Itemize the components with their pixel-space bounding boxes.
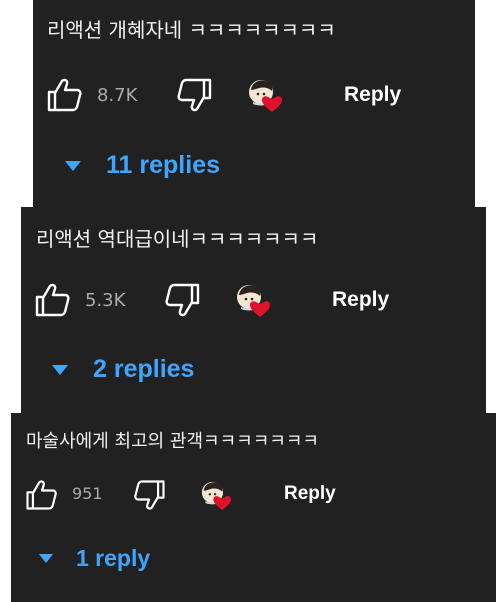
view-replies-button[interactable]: 2 replies <box>51 355 194 384</box>
creator-avatar-heart <box>249 80 282 112</box>
replies-count-label: 11 replies <box>106 151 220 179</box>
thumbs-down-icon[interactable] <box>163 280 203 320</box>
creator-heart-icon <box>250 301 270 317</box>
comment-card: 마술사에게 최고의 관객ㅋㅋㅋㅋㅋㅋㅋ 951 Reply 1 reply <box>11 413 496 602</box>
creator-heart-icon <box>213 496 231 511</box>
caret-down-icon <box>38 554 54 563</box>
thumbs-up-icon[interactable] <box>32 280 72 320</box>
like-count: 5.3K <box>85 290 126 311</box>
creator-avatar-heart <box>237 285 270 317</box>
comment-card: 리액션 개혜자네 ㅋㅋㅋㅋㅋㅋㅋㅋ 8.7K Reply 11 replies <box>33 0 475 207</box>
comment-actions: 951 Reply <box>11 473 496 521</box>
comment-card: 리액션 역대급이네ㅋㅋㅋㅋㅋㅋㅋ 5.3K Reply 2 replies <box>21 207 486 413</box>
reply-button[interactable]: Reply <box>284 483 336 505</box>
comment-actions: 5.3K Reply <box>21 278 486 326</box>
reply-button[interactable]: Reply <box>344 83 401 107</box>
like-count: 951 <box>72 484 103 503</box>
thumbs-up-icon[interactable] <box>44 75 84 115</box>
comment-actions: 8.7K Reply <box>33 73 475 121</box>
comment-text: 리액션 역대급이네ㅋㅋㅋㅋㅋㅋㅋ <box>36 227 319 251</box>
caret-down-icon <box>52 364 68 375</box>
comment-text: 마술사에게 최고의 관객ㅋㅋㅋㅋㅋㅋㅋ <box>26 431 319 452</box>
creator-avatar-heart <box>201 481 231 511</box>
view-replies-button[interactable]: 1 reply <box>38 545 150 572</box>
reply-button[interactable]: Reply <box>332 288 389 312</box>
thumbs-down-icon[interactable] <box>175 75 215 115</box>
comment-text: 리액션 개혜자네 ㅋㅋㅋㅋㅋㅋㅋㅋ <box>47 18 336 42</box>
like-count: 8.7K <box>97 85 138 106</box>
creator-heart-icon <box>262 96 282 112</box>
replies-count-label: 1 reply <box>76 545 151 571</box>
replies-count-label: 2 replies <box>93 355 195 383</box>
thumbs-up-icon[interactable] <box>23 477 59 513</box>
view-replies-button[interactable]: 11 replies <box>64 151 220 180</box>
thumbs-down-icon[interactable] <box>132 477 168 513</box>
caret-down-icon <box>65 160 81 171</box>
